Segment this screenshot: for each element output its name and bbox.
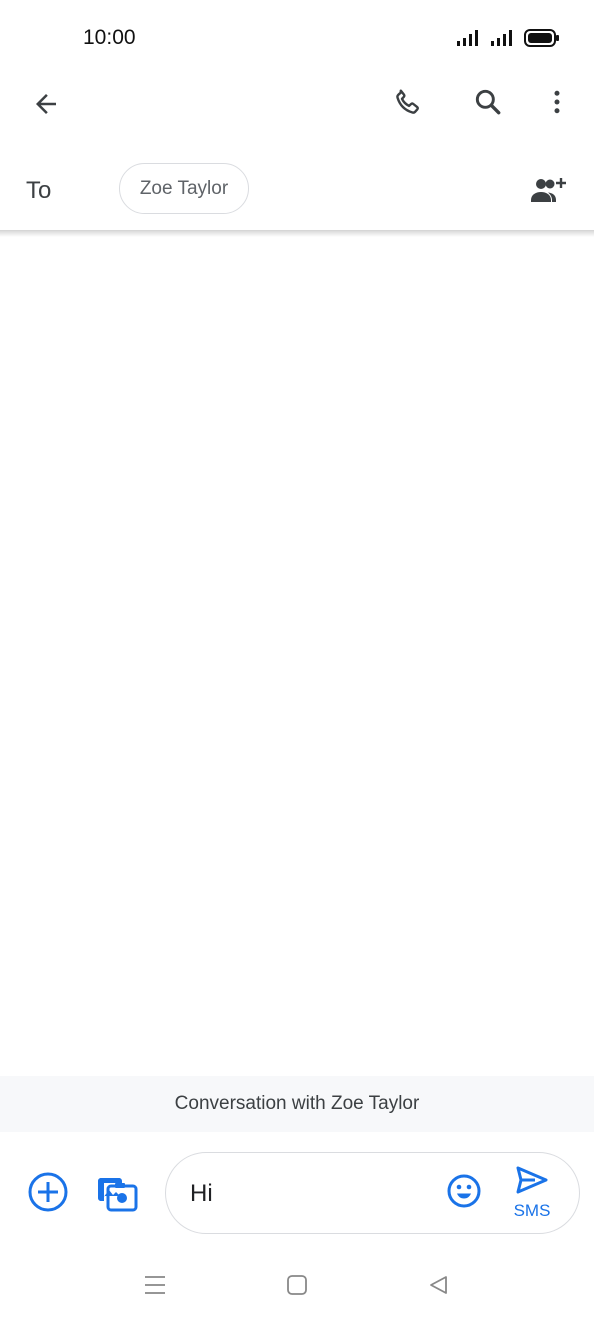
emoji-button[interactable] (440, 1169, 488, 1217)
search-icon (472, 86, 504, 123)
home-button[interactable] (280, 1270, 314, 1304)
system-nav-bar (0, 1252, 594, 1320)
home-square-icon (286, 1274, 308, 1301)
search-button[interactable] (464, 80, 512, 128)
send-sms-label: SMS (513, 1201, 551, 1220)
arrow-back-icon (31, 89, 61, 124)
signal-icon (490, 29, 516, 52)
nav-back-button[interactable] (421, 1270, 455, 1304)
status-icons (456, 28, 560, 53)
to-label: To (26, 177, 52, 204)
phone-icon (392, 86, 424, 123)
battery-icon (524, 28, 560, 53)
signal-icon (456, 29, 482, 52)
menu-icon (143, 1274, 167, 1301)
send-sms-button[interactable]: SMS (507, 1165, 557, 1221)
attach-button[interactable] (24, 1170, 72, 1218)
message-input-text: Hi (190, 1180, 213, 1207)
add-people-button[interactable] (524, 168, 572, 216)
conversation-banner: Conversation with Zoe Taylor (0, 1076, 594, 1132)
gallery-camera-button[interactable] (93, 1170, 141, 1218)
photo-camera-icon (95, 1170, 139, 1219)
back-triangle-icon (427, 1274, 449, 1301)
recipient-chip[interactable]: Zoe Taylor (119, 163, 249, 214)
back-button[interactable] (22, 82, 70, 130)
more-vert-icon (542, 87, 572, 122)
app-bar (0, 70, 594, 142)
message-thread (0, 236, 594, 1076)
add-people-icon (528, 173, 568, 212)
send-icon (515, 1165, 549, 1200)
emoji-icon (446, 1173, 482, 1214)
recipient-row: To Zoe Taylor (0, 152, 594, 230)
more-options-button[interactable] (533, 80, 581, 128)
message-input[interactable]: Hi SMS (165, 1152, 580, 1234)
status-time: 10:00 (83, 26, 136, 49)
status-bar: 10:00 (0, 0, 594, 70)
recents-button[interactable] (138, 1270, 172, 1304)
call-button[interactable] (384, 80, 432, 128)
compose-bar: Hi SMS (0, 1132, 594, 1252)
messages-compose-screen: 10:00 To Zoe Taylor Conversation with Zo… (0, 0, 594, 1320)
add-circle-icon (27, 1171, 69, 1218)
